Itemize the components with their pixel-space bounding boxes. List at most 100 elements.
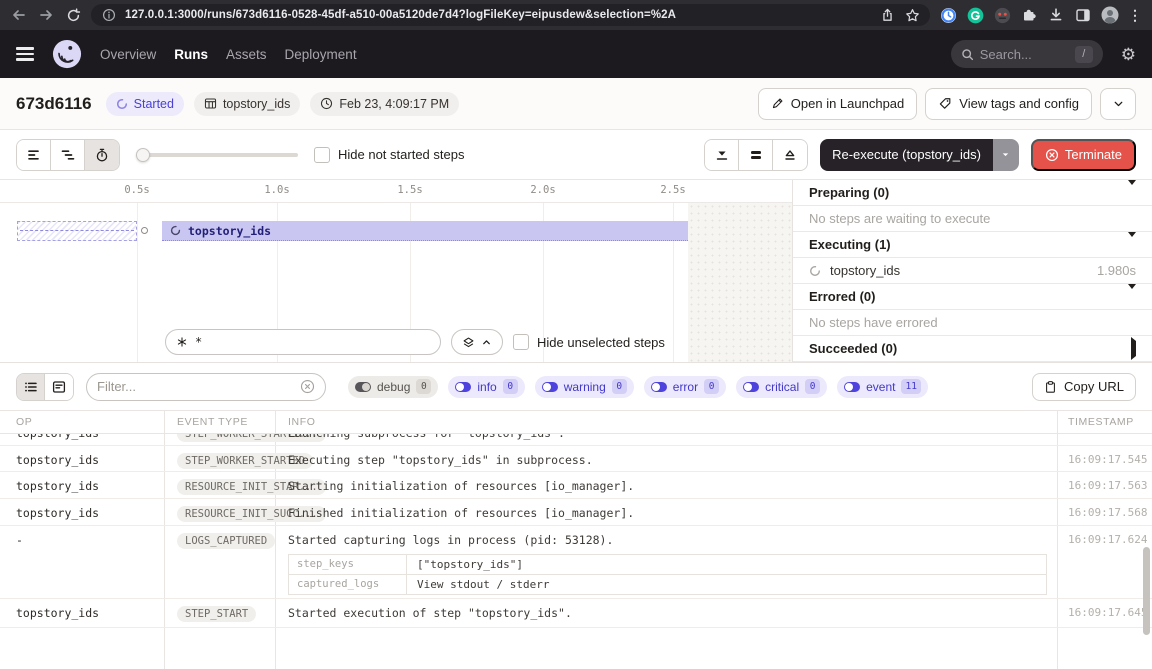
log-row-partial[interactable]: topstory_ids STEP_WORKER_STARTI... Launc… — [0, 434, 1152, 446]
level-toggle-critical[interactable]: critical 0 — [736, 376, 827, 398]
gantt-future-region — [688, 203, 792, 362]
global-search[interactable]: / — [951, 40, 1103, 68]
gantt-zoom-slider[interactable] — [136, 147, 298, 163]
log-filter[interactable] — [86, 373, 326, 401]
search-input[interactable] — [980, 47, 1056, 62]
step-selector-input[interactable] — [195, 335, 430, 349]
waterfall-view-button[interactable] — [51, 140, 85, 170]
log-row[interactable]: topstory_ids STEP_WORKER_STARTED Executi… — [0, 446, 1152, 472]
list-view-button[interactable] — [17, 374, 45, 400]
scroll-to-top-button[interactable] — [773, 140, 807, 170]
section-succeeded[interactable]: Succeeded (0) — [793, 336, 1152, 362]
log-row[interactable]: topstory_ids RESOURCE_INIT_SUCC... Finis… — [0, 499, 1152, 526]
extensions-puzzle-icon[interactable] — [1020, 6, 1038, 24]
view-stdout-stderr-link[interactable]: View stdout / stderr — [407, 575, 559, 594]
history-extension-icon[interactable] — [939, 6, 957, 24]
run-more-actions-button[interactable] — [1100, 88, 1136, 120]
section-executing[interactable]: Executing (1) — [793, 232, 1152, 258]
step-waiting-bar — [17, 221, 137, 241]
reexecute-split-button: Re-execute (topstory_ids) — [820, 139, 1019, 171]
level-toggle-debug[interactable]: debug 0 — [348, 376, 438, 398]
scroll-to-bottom-button[interactable] — [705, 140, 739, 170]
nav-item-overview[interactable]: Overview — [100, 47, 156, 62]
address-bar[interactable]: 127.0.0.1:3000/runs/673d6116-0528-45df-a… — [91, 4, 930, 26]
column-header-op: OP — [0, 411, 165, 433]
level-count-badge: 0 — [704, 379, 719, 394]
gantt-step-bar[interactable]: topstory_ids — [162, 221, 688, 241]
reexecute-dropdown-button[interactable] — [993, 139, 1019, 171]
section-preparing[interactable]: Preparing (0) — [793, 180, 1152, 206]
run-main-area: 0.5s 1.0s 1.5s 2.0s 2.5s topstory_ids — [0, 180, 1152, 362]
log-scrollbar-thumb[interactable] — [1143, 547, 1150, 635]
hamburger-menu-icon[interactable] — [16, 47, 34, 61]
grammarly-extension-icon[interactable] — [966, 6, 984, 24]
flat-view-button[interactable] — [17, 140, 51, 170]
pencil-icon — [771, 97, 784, 110]
axis-tick: 2.0s — [530, 184, 555, 196]
level-count-badge: 0 — [805, 379, 820, 394]
nav-item-runs[interactable]: Runs — [174, 47, 208, 62]
log-table-header: OP EVENT TYPE INFO TIMESTAMP — [0, 410, 1152, 434]
executing-step-name: topstory_ids — [830, 263, 900, 278]
metadata-row: captured_logs View stdout / stderr — [289, 575, 1046, 594]
clear-filter-icon[interactable] — [300, 379, 315, 394]
log-filter-input[interactable] — [97, 379, 294, 394]
terminate-x-icon — [1045, 148, 1059, 162]
view-tags-config-button[interactable]: View tags and config — [925, 88, 1092, 120]
event-type-badge: STEP_START — [177, 606, 256, 622]
toggle-switch-icon — [355, 382, 371, 392]
copy-url-button[interactable]: Copy URL — [1032, 373, 1136, 401]
run-job-pill[interactable]: topstory_ids — [194, 92, 300, 116]
reload-icon[interactable] — [64, 6, 82, 24]
gantt-chart: 0.5s 1.0s 1.5s 2.0s 2.5s topstory_ids — [0, 180, 793, 362]
chevron-down-icon — [1112, 97, 1125, 110]
emoji-extension-icon[interactable] — [993, 6, 1011, 24]
hide-not-started-checkbox[interactable] — [314, 147, 330, 163]
log-row-logs-captured[interactable]: - LOGS_CAPTURED Started capturing logs i… — [0, 526, 1152, 599]
terminate-button[interactable]: Terminate — [1031, 139, 1136, 171]
job-icon — [204, 97, 217, 110]
settings-gear-icon[interactable]: ⚙ — [1121, 46, 1136, 63]
dependency-connector-dot — [141, 227, 148, 234]
log-row[interactable]: topstory_ids RESOURCE_INIT_STAR... Start… — [0, 472, 1152, 499]
forward-icon[interactable] — [37, 6, 55, 24]
slider-knob[interactable] — [136, 148, 150, 162]
bookmark-star-icon[interactable] — [903, 6, 921, 24]
run-header: 673d6116 Started topstory_ids Feb 23, 4:… — [0, 78, 1152, 130]
back-icon[interactable] — [10, 6, 28, 24]
graph-layers-button[interactable] — [451, 329, 503, 355]
browser-menu-icon[interactable]: ⋮ — [1128, 8, 1142, 22]
downloads-icon[interactable] — [1047, 6, 1065, 24]
split-panels-button[interactable] — [739, 140, 773, 170]
level-toggle-event[interactable]: event 11 — [837, 376, 928, 398]
gridline — [137, 203, 138, 362]
column-header-info: INFO — [276, 411, 1058, 433]
level-toggle-info[interactable]: info 0 — [448, 376, 524, 398]
open-in-launchpad-button[interactable]: Open in Launchpad — [758, 88, 917, 120]
level-toggle-warning[interactable]: warning 0 — [535, 376, 634, 398]
dagster-logo[interactable] — [52, 39, 82, 69]
log-table: OP EVENT TYPE INFO TIMESTAMP topstory_id… — [0, 410, 1152, 669]
caret-right-icon — [1131, 341, 1136, 356]
nav-item-assets[interactable]: Assets — [226, 47, 267, 62]
level-toggle-error[interactable]: error 0 — [644, 376, 726, 398]
site-info-icon[interactable] — [100, 6, 118, 24]
nav-item-deployment[interactable]: Deployment — [285, 47, 357, 62]
hide-unselected-checkbox[interactable] — [513, 334, 529, 350]
toggle-switch-icon — [455, 382, 471, 392]
gantt-toolbar: Hide not started steps Re-execute (topst… — [0, 130, 1152, 180]
slider-track — [136, 153, 298, 157]
reexecute-button[interactable]: Re-execute (topstory_ids) — [820, 139, 993, 171]
structured-view-button[interactable] — [45, 374, 73, 400]
timing-view-button[interactable] — [85, 140, 119, 170]
log-view-mode-group — [16, 373, 74, 401]
side-panel-icon[interactable] — [1074, 6, 1092, 24]
step-selector[interactable] — [165, 329, 441, 355]
log-level-filters: debug 0 info 0 warning 0 error 0 critica… — [348, 376, 928, 398]
profile-avatar[interactable] — [1101, 6, 1119, 24]
axis-tick: 1.5s — [397, 184, 422, 196]
section-errored[interactable]: Errored (0) — [793, 284, 1152, 310]
executing-step-row[interactable]: topstory_ids 1.980s — [793, 258, 1152, 284]
log-row[interactable]: topstory_ids STEP_START Started executio… — [0, 599, 1152, 628]
share-icon[interactable] — [878, 6, 896, 24]
